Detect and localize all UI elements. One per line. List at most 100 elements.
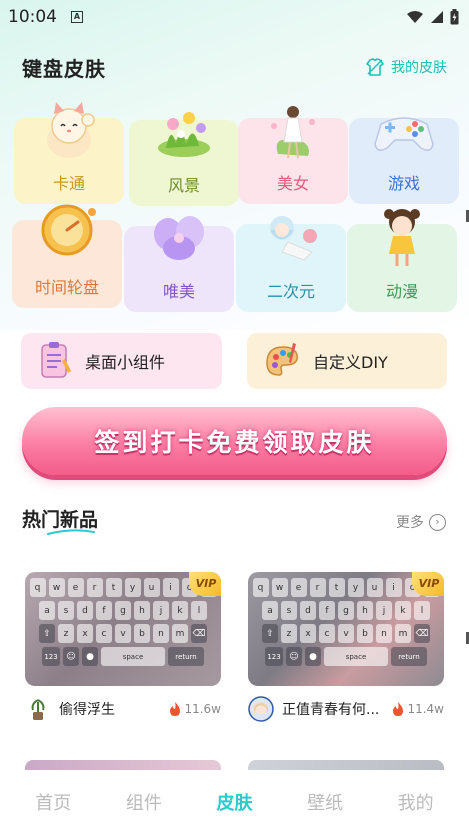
status-indicators bbox=[406, 9, 459, 25]
category-beauty[interactable]: 美女 bbox=[238, 106, 348, 204]
title-underline-decoration bbox=[47, 529, 95, 535]
category-label: 卡通 bbox=[52, 174, 85, 193]
category-label: 二次元 bbox=[266, 282, 315, 301]
key: d bbox=[77, 601, 93, 620]
key: r bbox=[86, 578, 103, 597]
hot-count: 11.6w bbox=[168, 701, 221, 717]
key: f bbox=[96, 601, 112, 620]
shift-key-icon: ⇧ bbox=[262, 624, 278, 643]
key: n bbox=[153, 624, 169, 643]
nav-widgets[interactable]: 组件 bbox=[126, 789, 162, 815]
nav-profile[interactable]: 我的 bbox=[398, 789, 434, 815]
key: t bbox=[105, 578, 122, 597]
category-cartoon[interactable]: 卡通 bbox=[14, 102, 124, 204]
emoji-key-icon: ☺ bbox=[286, 647, 302, 666]
key: n bbox=[376, 624, 392, 643]
page-header: 键盘皮肤 我的皮肤 bbox=[22, 52, 447, 82]
key-row: asdfghjkl bbox=[29, 601, 217, 620]
category-label: 动漫 bbox=[385, 282, 418, 301]
key: h bbox=[357, 601, 373, 620]
nav-wallpapers[interactable]: 壁纸 bbox=[307, 789, 343, 815]
key: s bbox=[58, 601, 74, 620]
key: x bbox=[77, 624, 93, 643]
category-anime[interactable]: 二次元 bbox=[236, 216, 346, 312]
key: y bbox=[347, 578, 364, 597]
key: z bbox=[281, 624, 297, 643]
custom-diy-button[interactable]: 自定义DIY bbox=[247, 333, 447, 389]
keyboard-preview: qwertyuiop asdfghjkl ⇧zxcvbnm⌫ 123 ☺ ● s… bbox=[25, 572, 221, 686]
gamepad-icon bbox=[374, 117, 434, 151]
key: r bbox=[309, 578, 326, 597]
key: t bbox=[328, 578, 345, 597]
key: a bbox=[262, 601, 278, 620]
key: v bbox=[115, 624, 131, 643]
category-label: 时间轮盘 bbox=[34, 278, 99, 297]
anime-girl-icon bbox=[270, 216, 317, 261]
delete-key-icon: ⌫ bbox=[191, 624, 207, 643]
key: j bbox=[376, 601, 392, 620]
girl-avatar-icon bbox=[248, 696, 274, 722]
chevron-right-icon: › bbox=[429, 513, 446, 531]
category-aesthetic[interactable]: 唯美 bbox=[124, 216, 234, 312]
more-button[interactable]: 更多 › bbox=[396, 512, 446, 532]
desktop-widget-button[interactable]: 桌面小组件 bbox=[21, 333, 222, 389]
wifi-icon bbox=[407, 11, 423, 23]
purple-flower-icon bbox=[154, 216, 204, 260]
sign-in-label: 签到打卡免费领取皮肤 bbox=[94, 428, 375, 457]
my-skin-label: 我的皮肤 bbox=[391, 60, 447, 76]
key-row-bottom: 123 ☺ ● space return bbox=[252, 647, 440, 666]
nav-skins[interactable]: 皮肤 bbox=[216, 789, 252, 815]
skin-shirt-icon bbox=[366, 58, 384, 76]
hot-count-value: 11.6w bbox=[184, 702, 221, 716]
keyboard-preview: qwertyuiop asdfghjkl ⇧zxcvbnm⌫ 123 ☺ ● s… bbox=[248, 572, 444, 686]
key: m bbox=[395, 624, 411, 643]
key: g bbox=[338, 601, 354, 620]
category-games[interactable]: 游戏 bbox=[349, 117, 459, 204]
category-time-wheel[interactable]: 时间轮盘 bbox=[12, 204, 122, 308]
key-row: asdfghjkl bbox=[252, 601, 440, 620]
key: e bbox=[290, 578, 307, 597]
key-row: ⇧ z x c v b n m ⌫ bbox=[29, 624, 217, 643]
shift-key-icon: ⇧ bbox=[39, 624, 55, 643]
paint-palette-icon bbox=[266, 343, 298, 376]
key: l bbox=[414, 601, 430, 620]
cartoon-doll-icon bbox=[384, 209, 420, 266]
key: u bbox=[143, 578, 160, 597]
hot-count-value: 11.4w bbox=[407, 702, 444, 716]
return-key: return bbox=[391, 647, 427, 666]
vip-badge: VIP bbox=[189, 572, 221, 596]
more-label: 更多 bbox=[396, 515, 424, 531]
key: m bbox=[172, 624, 188, 643]
mic-key-icon: ● bbox=[82, 647, 98, 666]
key: w bbox=[48, 578, 65, 597]
key: k bbox=[172, 601, 188, 620]
key: b bbox=[134, 624, 150, 643]
skin-card[interactable]: qwertyuiop asdfghjkl ⇧zxcvbnm⌫ 123 ☺ ● s… bbox=[25, 572, 221, 722]
category-label: 游戏 bbox=[387, 174, 420, 193]
key: f bbox=[319, 601, 335, 620]
time-wheel-icon bbox=[41, 204, 96, 256]
skin-card[interactable]: qwertyuiop asdfghjkl ⇧zxcvbnm⌫ 123 ☺ ● s… bbox=[248, 572, 444, 722]
key: e bbox=[67, 578, 84, 597]
my-skin-button[interactable]: 我的皮肤 bbox=[365, 57, 447, 77]
sim-notification-icon: A bbox=[71, 11, 83, 23]
space-key: space bbox=[101, 647, 165, 666]
status-time: 10:04 bbox=[8, 7, 57, 27]
sign-in-reward-button[interactable]: 签到打卡免费领取皮肤 bbox=[22, 407, 447, 475]
key: d bbox=[300, 601, 316, 620]
key: c bbox=[96, 624, 112, 643]
category-label: 风景 bbox=[167, 176, 200, 195]
delete-key-icon: ⌫ bbox=[414, 624, 430, 643]
key: z bbox=[58, 624, 74, 643]
bottom-navigation: 首页 组件 皮肤 壁纸 我的 bbox=[0, 770, 469, 833]
plant-avatar-icon bbox=[31, 699, 45, 720]
card-meta: 正值青春有何... 11.4w bbox=[248, 696, 444, 722]
category-scenery[interactable]: 风景 bbox=[129, 112, 239, 206]
category-cartoon-anime[interactable]: 动漫 bbox=[347, 209, 457, 312]
vip-badge: VIP bbox=[412, 572, 444, 596]
key: y bbox=[124, 578, 141, 597]
card-name: 偷得浮生 bbox=[59, 702, 115, 718]
key: i bbox=[162, 578, 179, 597]
key-row: ⇧ z x c v b n m ⌫ bbox=[252, 624, 440, 643]
nav-home[interactable]: 首页 bbox=[35, 789, 71, 815]
